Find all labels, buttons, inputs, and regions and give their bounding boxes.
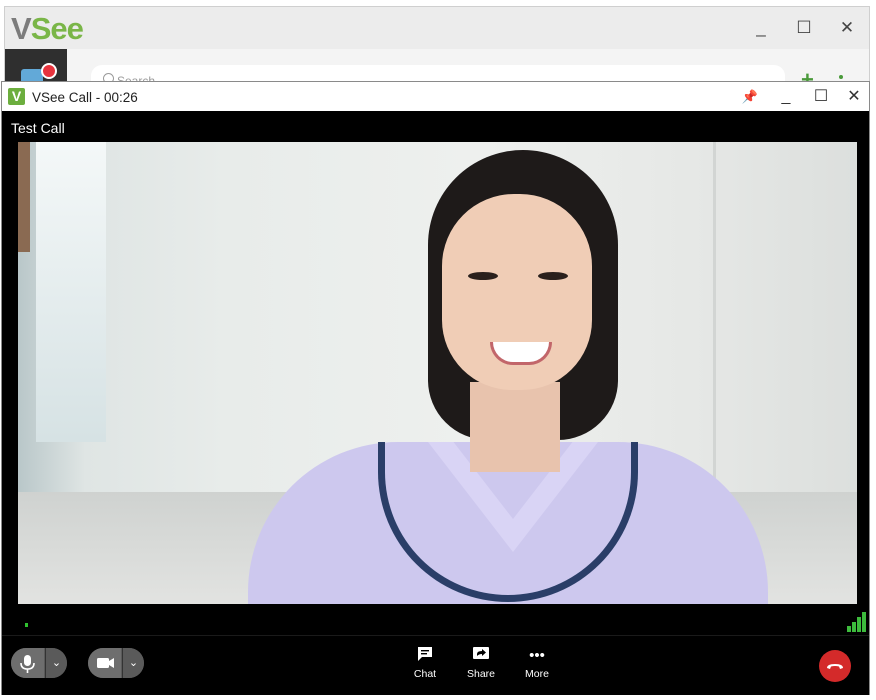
share-label: Share — [466, 668, 496, 680]
camera-icon — [97, 658, 114, 668]
call-close-button[interactable]: ✕ — [840, 84, 868, 110]
microphone-control: ⌄ — [11, 648, 67, 678]
hang-up-phone-icon — [827, 664, 843, 669]
call-window-title: VSee Call - 00:26 — [32, 90, 138, 105]
person-left-eye — [468, 272, 498, 280]
notification-dot-icon — [41, 63, 57, 79]
pin-icon[interactable]: 📌 — [736, 84, 764, 110]
end-call-button[interactable] — [819, 650, 851, 682]
main-maximize-button[interactable]: ☐ — [790, 15, 818, 41]
more-options-icon: ••• — [529, 647, 545, 664]
share-button[interactable]: Share — [456, 646, 506, 688]
video-window-light — [36, 142, 106, 442]
camera-button[interactable] — [88, 648, 121, 678]
camera-options-chevron-down-icon[interactable]: ⌄ — [122, 648, 144, 678]
call-window: V VSee Call - 00:26 📌 _ ☐ ✕ Test Call ⌄ … — [1, 81, 870, 695]
video-curtain — [18, 142, 30, 252]
call-titlebar: V VSee Call - 00:26 📌 _ ☐ ✕ — [2, 82, 869, 111]
main-titlebar: VSee _ ☐ ✕ — [5, 7, 869, 49]
call-toolbar: ⌄ ⌄ Chat Share ••• More — [2, 635, 869, 695]
microphone-icon — [20, 655, 35, 673]
chat-icon — [400, 646, 450, 666]
share-screen-icon — [456, 646, 506, 666]
audio-level-indicator — [25, 623, 28, 627]
microphone-button[interactable] — [11, 648, 44, 678]
camera-control: ⌄ — [88, 648, 144, 678]
call-maximize-button[interactable]: ☐ — [807, 84, 835, 110]
kebab-menu-icon[interactable] — [839, 75, 843, 79]
signal-strength-icon — [847, 612, 867, 632]
chat-button[interactable]: Chat — [400, 646, 450, 688]
remote-video-feed[interactable] — [18, 142, 857, 604]
chat-label: Chat — [413, 668, 437, 680]
vsee-logo: VSee — [11, 11, 84, 46]
microphone-options-chevron-down-icon[interactable]: ⌄ — [45, 648, 67, 678]
more-button[interactable]: ••• More — [512, 646, 562, 688]
call-minimize-button[interactable]: _ — [772, 84, 800, 110]
participant-name: Test Call — [11, 120, 65, 136]
person-right-eye — [538, 272, 568, 280]
main-close-button[interactable]: ✕ — [833, 15, 861, 41]
vsee-call-logo-icon: V — [8, 88, 25, 105]
main-minimize-button[interactable]: _ — [747, 15, 775, 41]
profile-avatar[interactable] — [5, 49, 67, 85]
more-label: More — [525, 668, 549, 680]
